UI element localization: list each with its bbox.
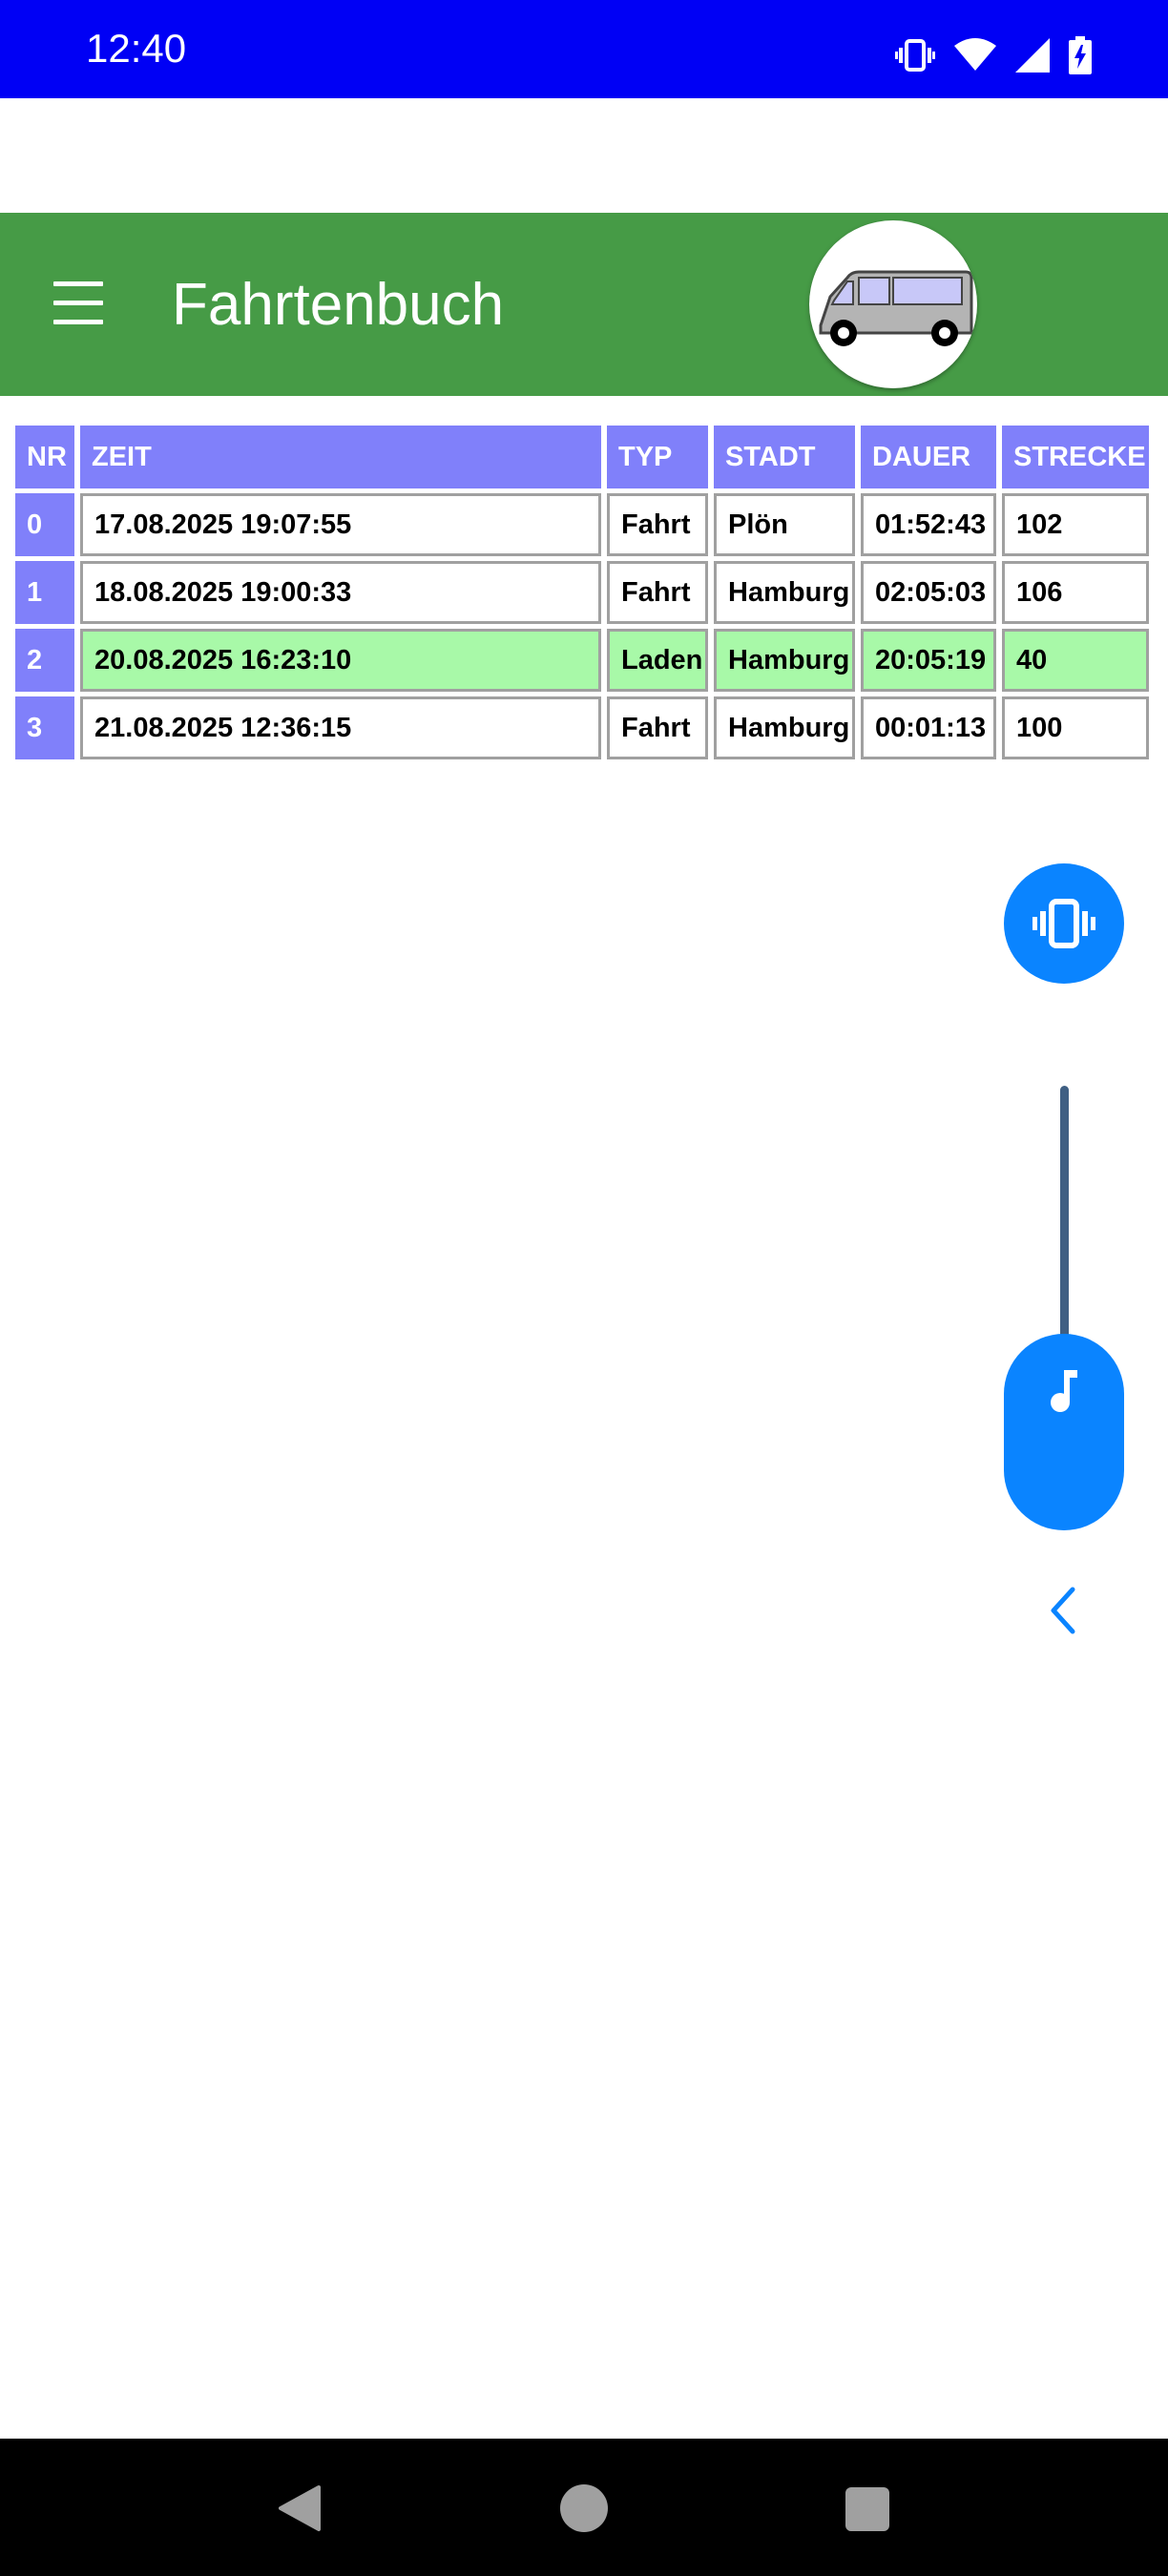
- cell-strecke: 106: [1002, 561, 1149, 624]
- home-button[interactable]: [560, 2484, 608, 2532]
- hamburger-menu-icon-line: [53, 301, 103, 305]
- volume-slider-thumb[interactable]: [1004, 1334, 1124, 1530]
- back-icon: [279, 2485, 321, 2531]
- cell-nr: 2: [15, 629, 74, 692]
- cell-stadt: Hamburg: [714, 629, 855, 692]
- table-row[interactable]: 3 21.08.2025 12:36:15 Fahrt Hamburg 00:0…: [15, 696, 1155, 764]
- hamburger-menu-icon-line: [53, 320, 103, 324]
- cell-zeit: 20.08.2025 16:23:10: [80, 629, 601, 692]
- header-dauer: DAUER: [861, 426, 996, 488]
- header-typ: TYP: [607, 426, 708, 488]
- cell-nr: 1: [15, 561, 74, 624]
- cell-typ: Fahrt: [607, 696, 708, 759]
- cell-stadt: Hamburg: [714, 561, 855, 624]
- cell-strecke: 100: [1002, 696, 1149, 759]
- hamburger-menu-icon: [53, 281, 103, 286]
- header-stadt: STADT: [714, 426, 855, 488]
- vibrate-icon: [895, 39, 935, 72]
- cell-stadt: Hamburg: [714, 696, 855, 759]
- cell-dauer: 20:05:19: [861, 629, 996, 692]
- page-title: Fahrtenbuch: [172, 272, 505, 338]
- cell-nr: 0: [15, 493, 74, 556]
- cell-nr: 3: [15, 696, 74, 759]
- vibrate-icon: [1032, 899, 1095, 948]
- battery-charging-icon: [1069, 36, 1092, 74]
- menu-button[interactable]: [50, 281, 107, 327]
- signal-icon: [1015, 38, 1050, 73]
- navigation-bar: [0, 2439, 1168, 2576]
- header-strecke: STRECKE: [1002, 426, 1149, 488]
- cell-typ: Fahrt: [607, 561, 708, 624]
- cell-dauer: 00:01:13: [861, 696, 996, 759]
- cell-zeit: 18.08.2025 19:00:33: [80, 561, 601, 624]
- volume-slider-track[interactable]: [1060, 1086, 1069, 1372]
- cell-stadt: Plön: [714, 493, 855, 556]
- recents-button[interactable]: [845, 2487, 889, 2531]
- chevron-left-icon: [1051, 1587, 1075, 1634]
- cell-dauer: 02:05:03: [861, 561, 996, 624]
- music-note-icon: [1051, 1370, 1077, 1412]
- cell-zeit: 17.08.2025 19:07:55: [80, 493, 601, 556]
- table-row[interactable]: 0 17.08.2025 19:07:55 Fahrt Plön 01:52:4…: [15, 493, 1155, 561]
- cell-strecke: 40: [1002, 629, 1149, 692]
- app-bar: Fahrtenbuch: [0, 213, 1168, 396]
- volume-panel-expand-button[interactable]: [1042, 1584, 1088, 1637]
- table-row-highlighted[interactable]: 2 20.08.2025 16:23:10 Laden Hamburg 20:0…: [15, 629, 1155, 696]
- header-nr: NR: [15, 426, 74, 488]
- cell-typ: Laden: [607, 629, 708, 692]
- cell-dauer: 01:52:43: [861, 493, 996, 556]
- wifi-icon: [954, 38, 996, 73]
- back-button[interactable]: [277, 2483, 323, 2538]
- ringer-mode-button[interactable]: [1004, 863, 1124, 984]
- trip-log-table: NR ZEIT TYP STADT DAUER STRECKE 0 17.08.…: [15, 426, 1155, 764]
- status-time: 12:40: [86, 26, 187, 71]
- app-logo: [809, 220, 977, 388]
- cell-strecke: 102: [1002, 493, 1149, 556]
- status-icons: [895, 34, 1092, 76]
- status-bar: 12:40: [0, 0, 1168, 98]
- cell-typ: Fahrt: [607, 493, 708, 556]
- van-icon: [819, 270, 973, 346]
- cell-zeit: 21.08.2025 12:36:15: [80, 696, 601, 759]
- header-zeit: ZEIT: [80, 426, 601, 488]
- table-row[interactable]: 1 18.08.2025 19:00:33 Fahrt Hamburg 02:0…: [15, 561, 1155, 629]
- table-header-row: NR ZEIT TYP STADT DAUER STRECKE: [15, 426, 1155, 493]
